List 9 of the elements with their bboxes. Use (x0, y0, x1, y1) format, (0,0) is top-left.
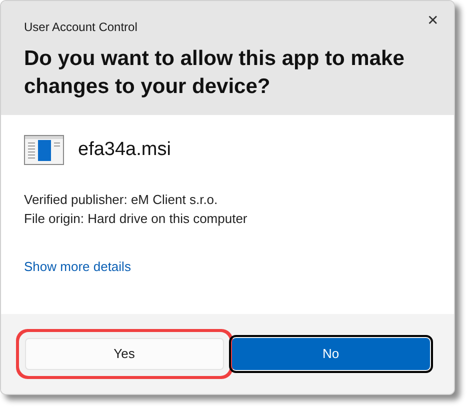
app-name: efa34a.msi (78, 138, 171, 162)
dialog-heading: Do you want to allow this app to make changes to your device? (24, 46, 406, 100)
show-details-link[interactable]: Show more details (24, 257, 131, 276)
no-button[interactable]: No (232, 338, 430, 370)
window-title: User Account Control (24, 19, 138, 36)
detail-text: Verified publisher: eM Client s.r.o. (24, 191, 219, 209)
close-button[interactable]: ✕ (422, 9, 444, 31)
detail-text: File origin: Hard drive on this computer (24, 210, 248, 228)
installer-icon (24, 135, 64, 165)
